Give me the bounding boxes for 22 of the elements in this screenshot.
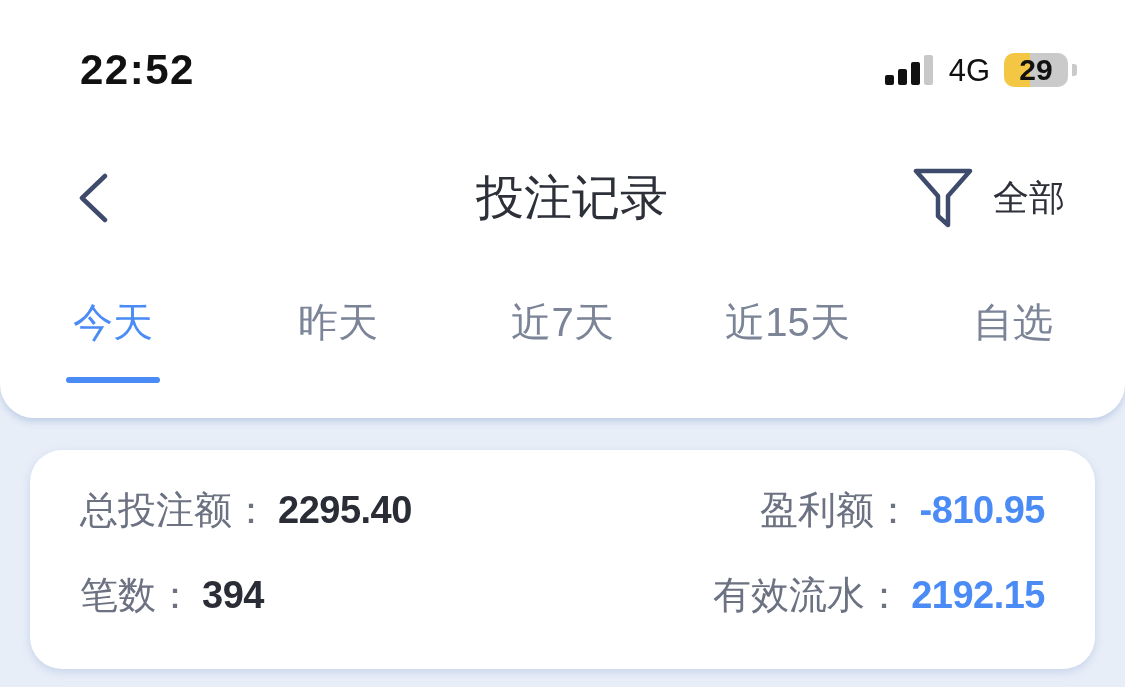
filter-icon	[913, 167, 973, 228]
battery-tip-icon	[1072, 64, 1077, 76]
summary-label: 总投注额：	[80, 488, 270, 533]
tab[interactable]: 昨天	[297, 298, 378, 346]
status-time: 22:52	[80, 49, 195, 91]
summary-value: 2192.15	[911, 573, 1045, 618]
tab[interactable]: 近15天	[725, 298, 850, 346]
page-title: 投注记录	[475, 169, 668, 226]
tab[interactable]: 自选	[972, 298, 1053, 346]
back-icon	[78, 172, 108, 223]
summary-label: 有效流水：	[713, 573, 904, 618]
network-type: 4G	[948, 54, 990, 86]
summary-label: 盈利额：	[759, 488, 912, 533]
back-button[interactable]	[78, 172, 108, 223]
signal-icon	[884, 55, 935, 85]
summary-value: -810.95	[919, 488, 1045, 533]
tab[interactable]: 今天	[72, 298, 153, 346]
tab[interactable]: 近7天	[511, 298, 614, 346]
filter-button[interactable]: 全部	[913, 167, 1065, 228]
summary-value: 394	[202, 573, 264, 618]
summary-label: 笔数：	[80, 573, 194, 618]
summary-value: 2295.40	[278, 488, 412, 533]
